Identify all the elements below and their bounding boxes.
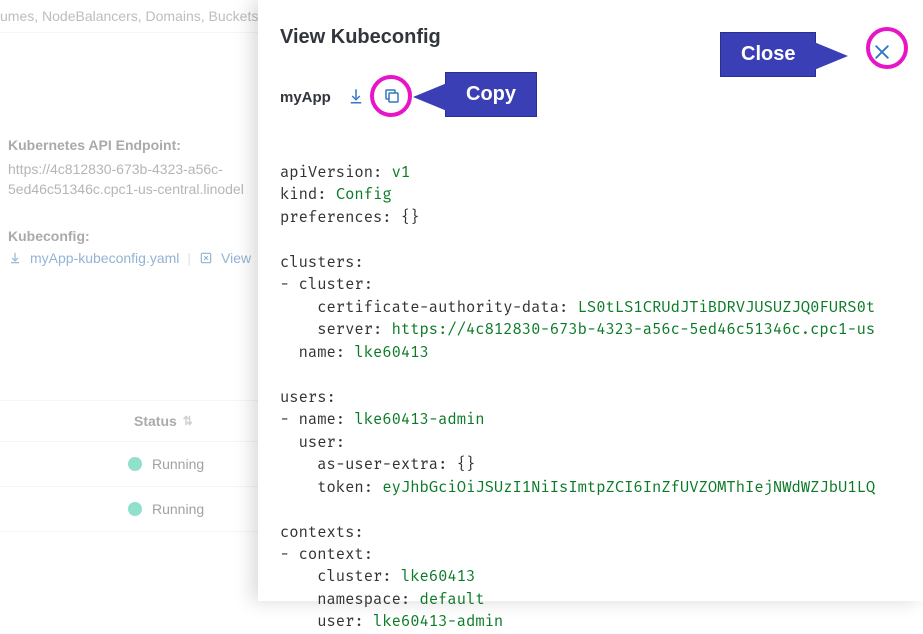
yaml-line: - cluster: <box>280 276 373 294</box>
table-row: Running <box>0 442 280 487</box>
status-dot <box>128 502 142 516</box>
yaml-key: - name: <box>280 411 354 429</box>
yaml-val: LS0tLS1CRUdJTiBDRVJUSUZJQ0FURS0t <box>578 299 876 317</box>
close-button[interactable] <box>865 36 899 70</box>
status-value: Running <box>152 456 204 472</box>
kubeconfig-label: Kubeconfig: <box>8 228 272 244</box>
yaml-key: certificate-authority-data: <box>280 299 578 317</box>
close-icon <box>872 42 892 65</box>
app-row: myApp <box>280 85 905 110</box>
status-header-label: Status <box>134 413 177 429</box>
api-endpoint-label: Kubernetes API Endpoint: <box>8 137 272 153</box>
yaml-key: cluster: <box>280 568 401 586</box>
yaml-val: lke60413 <box>401 568 475 586</box>
yaml-line: as-user-extra: {} <box>280 456 475 474</box>
download-icon <box>8 251 22 265</box>
kubeconfig-yaml[interactable]: apiVersion: v1 kind: Config preferences:… <box>280 162 905 634</box>
yaml-key: token: <box>280 479 382 497</box>
download-icon <box>347 87 365 108</box>
status-value: Running <box>152 501 204 517</box>
kubeconfig-file-link[interactable]: myApp-kubeconfig.yaml <box>30 250 179 266</box>
yaml-line: preferences: {} <box>280 209 420 227</box>
app-name: myApp <box>280 89 331 106</box>
yaml-val: https://4c812830-673b-4323-a56c-5ed46c51… <box>392 321 876 339</box>
yaml-key: kind: <box>280 186 336 204</box>
copy-icon <box>383 87 401 108</box>
background-page: umes, NodeBalancers, Domains, Buckets, K… <box>0 0 280 601</box>
download-button[interactable] <box>345 85 367 110</box>
view-icon <box>199 251 213 265</box>
yaml-key: server: <box>280 321 392 339</box>
kubeconfig-drawer: View Kubeconfig myApp apiVersion: v1 kin… <box>258 0 923 601</box>
yaml-val: Config <box>336 186 392 204</box>
copy-button[interactable] <box>381 85 403 110</box>
yaml-line: user: <box>280 434 345 452</box>
yaml-key: name: <box>280 344 354 362</box>
yaml-val: lke60413 <box>354 344 428 362</box>
api-endpoint-section: Kubernetes API Endpoint: https://4c81283… <box>0 123 280 214</box>
status-column-header[interactable]: Status ⇅ <box>0 400 280 442</box>
yaml-key: users: <box>280 389 336 407</box>
yaml-key: contexts: <box>280 524 364 542</box>
drawer-title: View Kubeconfig <box>280 26 905 49</box>
sort-icon: ⇅ <box>183 414 193 428</box>
yaml-val: default <box>420 591 485 609</box>
yaml-key: namespace: <box>280 591 420 609</box>
yaml-val: eyJhbGciOiJSUzI1NiIsImtpZCI6InZfUVZOMThI… <box>382 479 875 497</box>
kubeconfig-section: Kubeconfig: myApp-kubeconfig.yaml | View <box>0 214 280 280</box>
yaml-key: apiVersion: <box>280 164 392 182</box>
api-endpoint-value: https://4c812830-673b-4323-a56c-5ed46c51… <box>8 159 272 200</box>
table-row: Running <box>0 487 280 532</box>
status-dot <box>128 457 142 471</box>
search-hint: umes, NodeBalancers, Domains, Buckets, <box>0 0 280 33</box>
yaml-key: user: <box>280 613 373 631</box>
yaml-val: lke60413-admin <box>354 411 484 429</box>
yaml-val: v1 <box>392 164 411 182</box>
view-link[interactable]: View <box>221 250 251 266</box>
yaml-line: - context: <box>280 546 373 564</box>
yaml-key: clusters: <box>280 254 364 272</box>
yaml-val: lke60413-admin <box>373 613 503 631</box>
